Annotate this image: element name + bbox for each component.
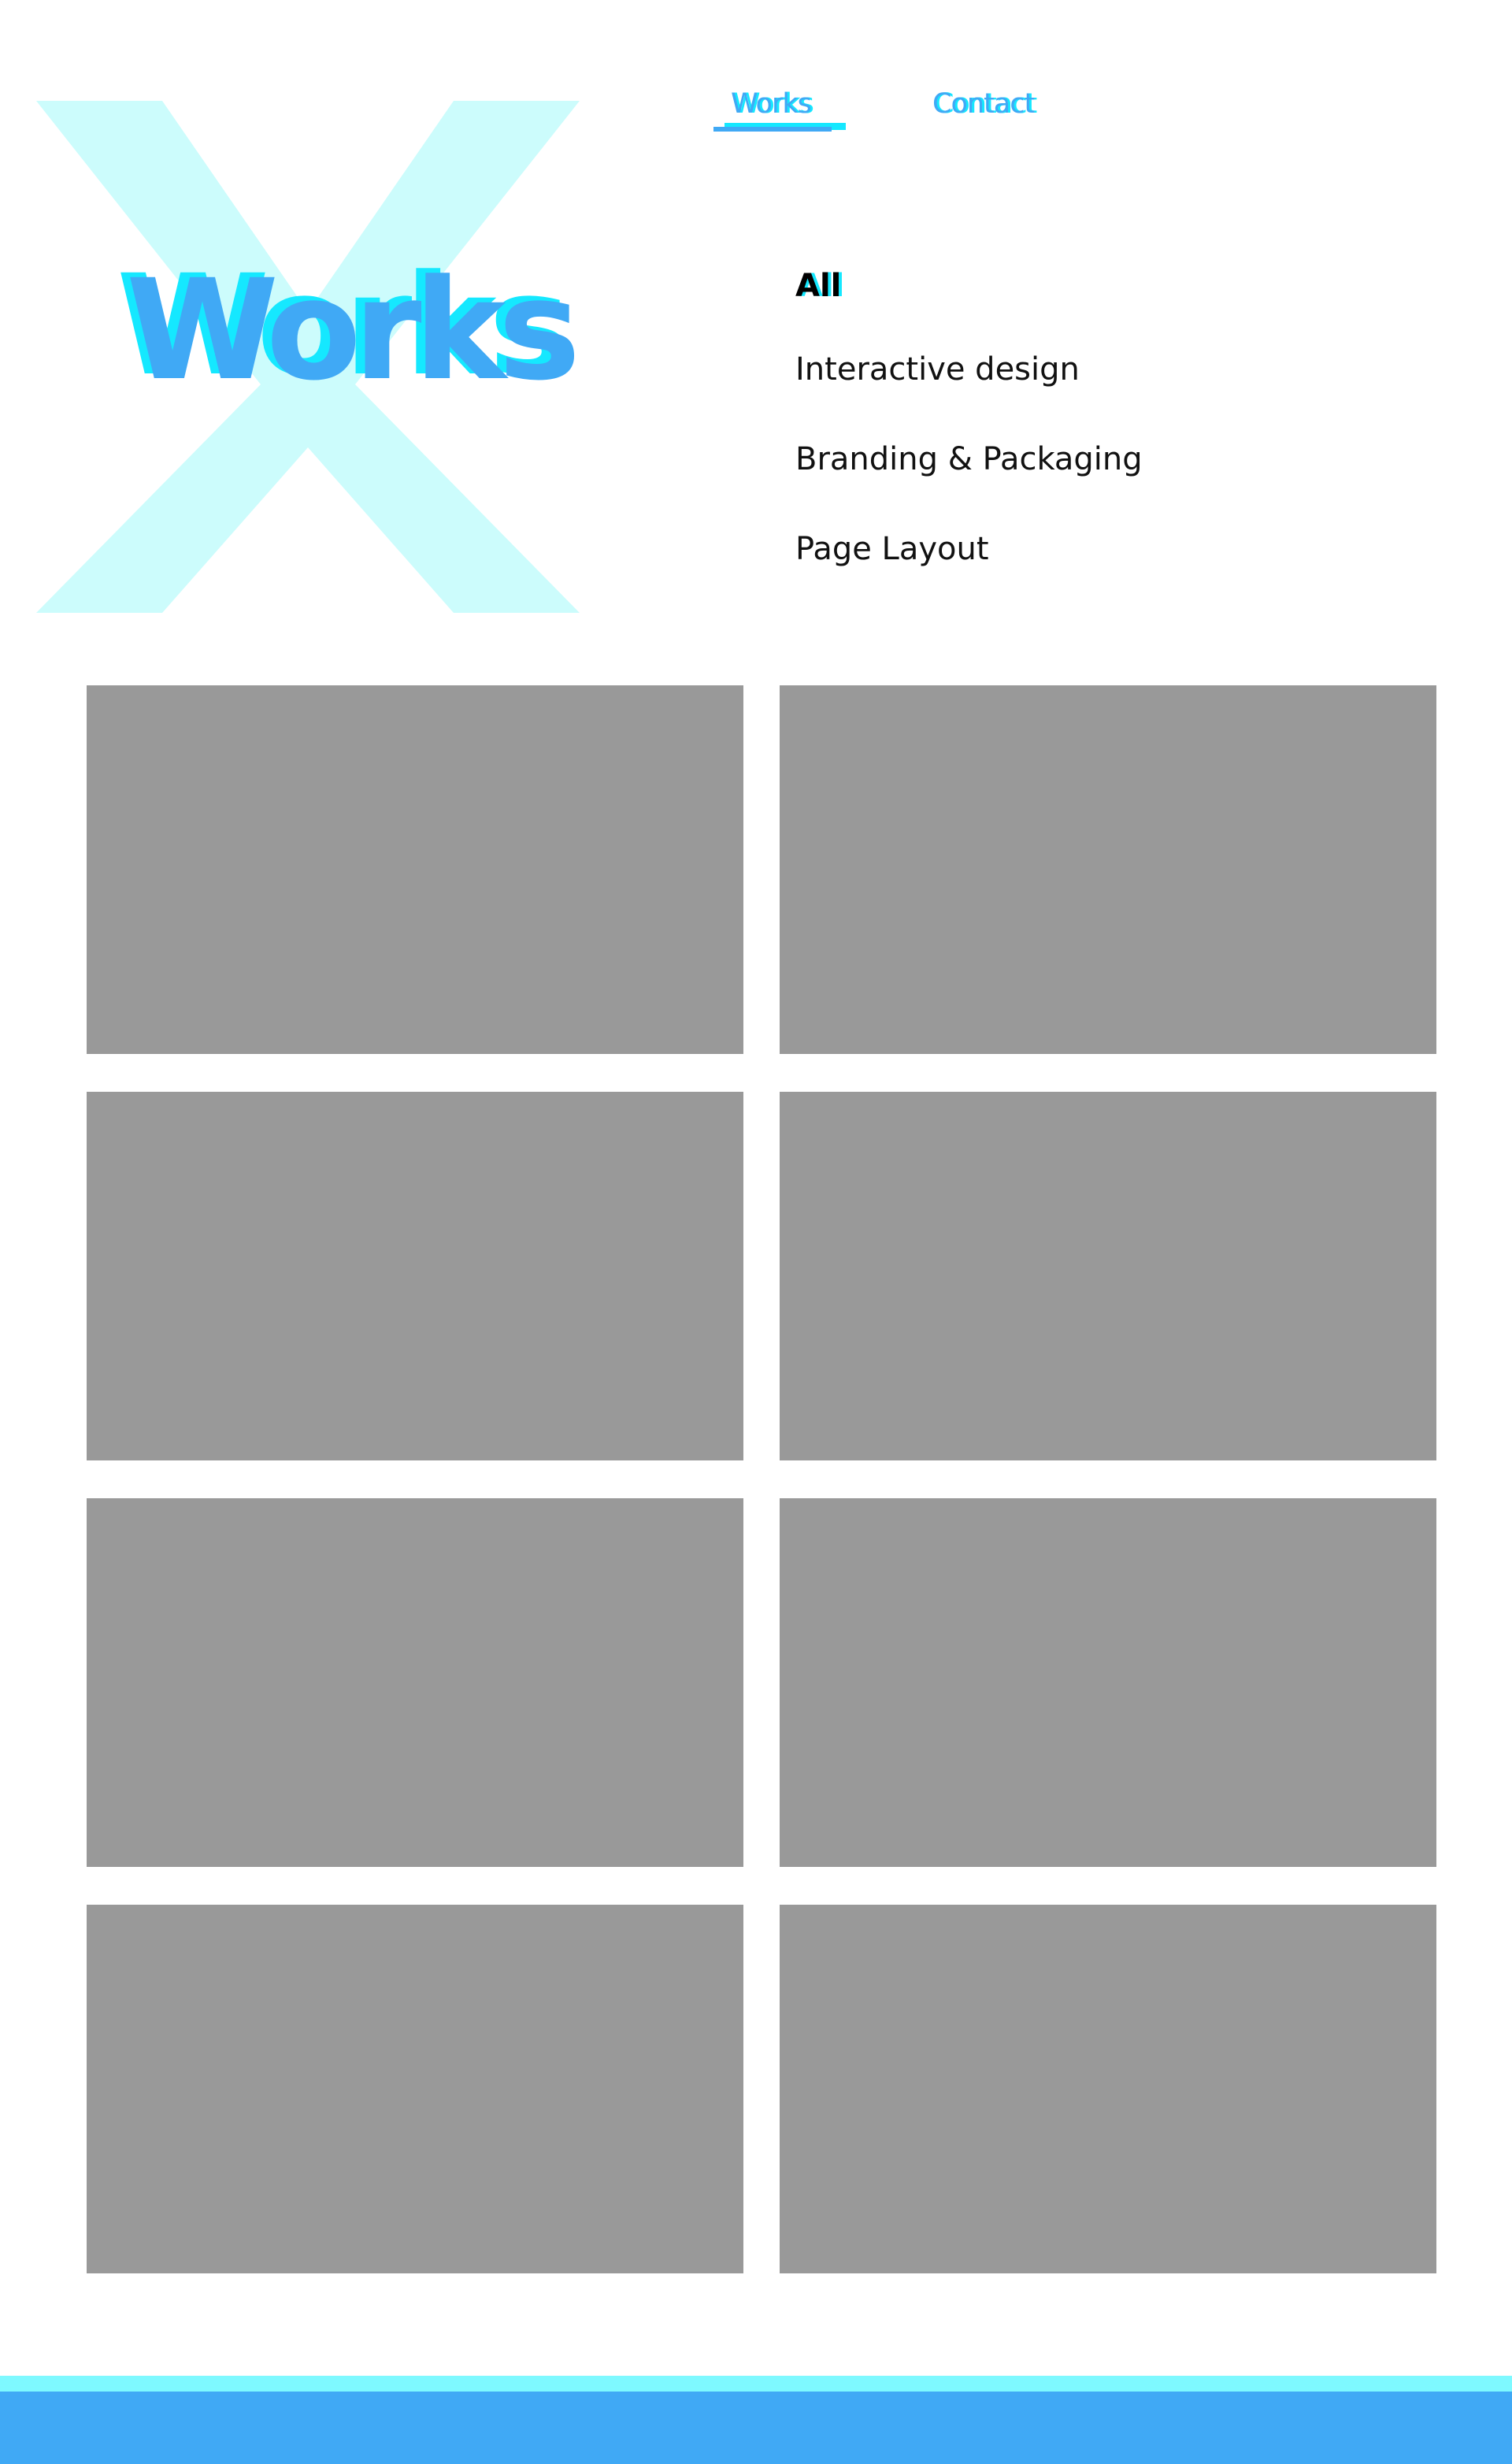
nav-link-works[interactable]: Works xyxy=(731,88,812,120)
work-card[interactable] xyxy=(780,1092,1436,1460)
footer xyxy=(0,2376,1512,2464)
filter-branding-packaging[interactable]: Branding & Packaging xyxy=(795,441,1143,477)
work-card[interactable] xyxy=(87,1092,743,1460)
work-card[interactable] xyxy=(780,1905,1436,2273)
work-card[interactable] xyxy=(87,1498,743,1867)
work-card[interactable] xyxy=(87,685,743,1054)
work-card[interactable] xyxy=(780,1498,1436,1867)
nav-active-underline xyxy=(713,123,846,132)
page-title: Works xyxy=(126,250,580,411)
filter-all[interactable]: All xyxy=(795,268,841,304)
work-card[interactable] xyxy=(87,1905,743,2273)
footer-accent-line xyxy=(0,2376,1512,2392)
works-grid xyxy=(87,685,1436,2273)
filter-page-layout[interactable]: Page Layout xyxy=(795,531,989,567)
work-card[interactable] xyxy=(780,685,1436,1054)
footer-bar xyxy=(0,2392,1512,2464)
nav-link-contact[interactable]: Contact xyxy=(932,88,1035,120)
filter-interactive-design[interactable]: Interactive design xyxy=(795,351,1080,388)
